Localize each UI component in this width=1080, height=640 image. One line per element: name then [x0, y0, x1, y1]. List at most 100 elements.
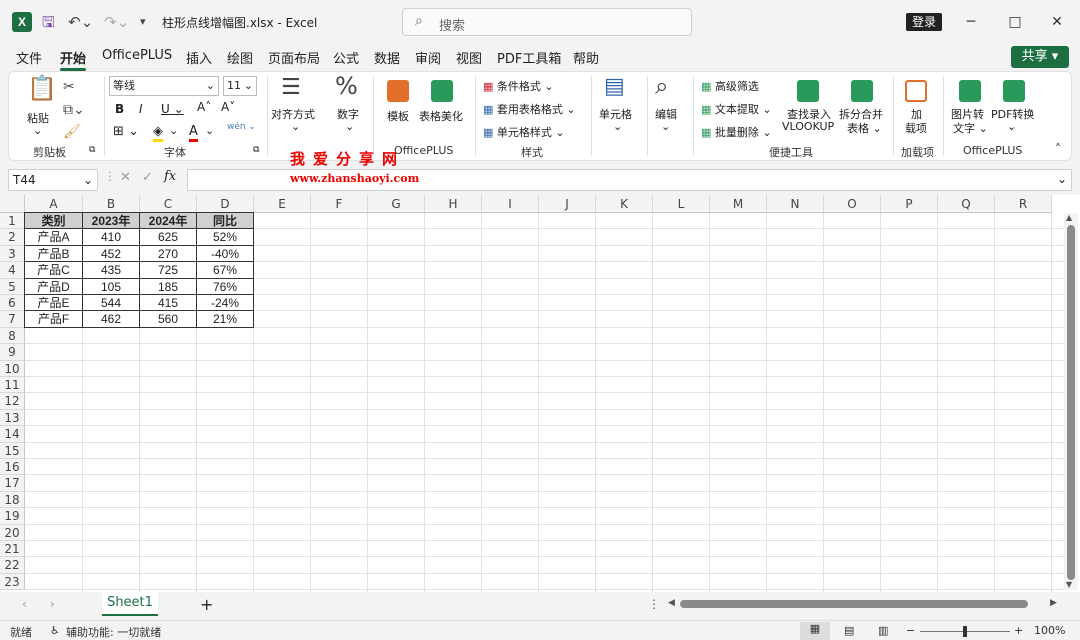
font-color-icon[interactable]: A: [189, 124, 198, 142]
column-header[interactable]: G: [368, 195, 425, 213]
worksheet-grid[interactable]: A B C D E F G H I J K L M N O P Q R 1 2 3 4 5 6 7 8 9 10 11 12 13 14 15 1…: [0, 195, 1080, 592]
table-cell[interactable]: 415: [139, 294, 197, 312]
column-header[interactable]: R: [995, 195, 1052, 213]
row-header[interactable]: 1: [0, 213, 25, 230]
template-label[interactable]: 模板: [387, 108, 409, 124]
minimize-button[interactable]: ─: [956, 10, 986, 34]
table-beautify-icon[interactable]: [431, 80, 453, 102]
image-to-text-icon[interactable]: [959, 80, 981, 102]
sheet-tab-sheet1[interactable]: Sheet1: [102, 592, 158, 616]
row-header[interactable]: 8: [0, 327, 25, 345]
row-header[interactable]: 13: [0, 409, 25, 427]
table-cell[interactable]: 产品A: [24, 228, 83, 246]
row-header[interactable]: 3: [0, 245, 25, 263]
row-header[interactable]: 23: [0, 573, 25, 591]
tab-help[interactable]: 帮助: [573, 48, 599, 67]
row-header[interactable]: 9: [0, 344, 25, 361]
table-cell[interactable]: 452: [82, 244, 140, 263]
tab-page-layout[interactable]: 页面布局: [268, 48, 320, 67]
font-name-select[interactable]: 等线 ⌄: [109, 76, 219, 96]
split-merge-label-2[interactable]: 表格 ⌄: [847, 120, 882, 136]
row-header[interactable]: 15: [0, 442, 25, 459]
row-header[interactable]: 2: [0, 229, 25, 246]
tab-pdf-tools[interactable]: PDF工具箱: [497, 48, 561, 67]
table-cell[interactable]: 105: [82, 277, 140, 295]
table-header-cell[interactable]: 2023年: [82, 212, 140, 230]
table-cell[interactable]: 产品F: [24, 310, 83, 328]
undo-icon[interactable]: ↶⌄: [68, 12, 93, 32]
table-cell[interactable]: 435: [82, 261, 140, 279]
edit-dropdown-icon[interactable]: ⌄: [661, 120, 670, 133]
enter-icon[interactable]: ✓: [142, 170, 153, 185]
redo-icon[interactable]: ↷⌄: [104, 12, 129, 32]
vertical-scroll-thumb[interactable]: [1067, 225, 1075, 580]
row-header[interactable]: 11: [0, 377, 25, 394]
row-header[interactable]: 16: [0, 459, 25, 476]
column-header[interactable]: L: [653, 195, 710, 213]
underline-icon[interactable]: U ⌄: [161, 102, 184, 116]
column-header[interactable]: Q: [938, 195, 995, 213]
table-cell[interactable]: 185: [139, 277, 197, 295]
advanced-filter-button[interactable]: ▦ 高级筛选: [701, 78, 759, 94]
table-cell[interactable]: 462: [82, 310, 140, 328]
tab-draw[interactable]: 绘图: [227, 48, 253, 67]
table-cell[interactable]: 产品C: [24, 261, 83, 279]
row-header[interactable]: 21: [0, 541, 25, 558]
row-header[interactable]: 4: [0, 262, 25, 279]
increase-font-icon[interactable]: A˄: [197, 100, 211, 114]
table-cell[interactable]: 21%: [196, 310, 254, 328]
bold-icon[interactable]: B: [115, 102, 124, 116]
tab-review[interactable]: 审阅: [415, 48, 441, 67]
column-header[interactable]: N: [767, 195, 824, 213]
row-header[interactable]: 18: [0, 491, 25, 509]
row-header[interactable]: 19: [0, 508, 25, 525]
column-header[interactable]: O: [824, 195, 881, 213]
conditional-format-button[interactable]: ▦ 条件格式 ⌄: [483, 78, 554, 94]
text-extract-button[interactable]: ▦ 文本提取 ⌄: [701, 101, 772, 117]
fill-color-icon[interactable]: ◈: [153, 124, 163, 142]
tab-home[interactable]: 开始: [60, 48, 87, 71]
align-icon[interactable]: ☰: [281, 77, 301, 99]
accessibility-icon[interactable]: ♿: [50, 624, 60, 637]
tab-data[interactable]: 数据: [374, 48, 400, 67]
paste-dropdown-icon[interactable]: ⌄: [33, 124, 42, 137]
pdf-convert-dropdown-icon[interactable]: ⌄: [1007, 120, 1016, 133]
next-sheet-icon[interactable]: ›: [50, 597, 55, 611]
login-button[interactable]: 登录: [906, 13, 942, 31]
row-header[interactable]: 22: [0, 557, 25, 574]
pdf-convert-icon[interactable]: [1003, 80, 1025, 102]
column-header[interactable]: M: [710, 195, 767, 213]
font-color-dropdown-icon[interactable]: ⌄: [205, 124, 214, 137]
template-icon[interactable]: [387, 80, 409, 102]
table-cell[interactable]: 725: [139, 261, 197, 279]
batch-delete-button[interactable]: ▦ 批量删除 ⌄: [701, 124, 772, 140]
lookup-icon[interactable]: [797, 80, 819, 102]
close-button[interactable]: ✕: [1042, 10, 1072, 34]
table-cell[interactable]: -24%: [196, 294, 254, 312]
customize-qat-icon[interactable]: ▾: [140, 12, 146, 32]
column-header[interactable]: I: [482, 195, 539, 213]
dialog-launcher-icon[interactable]: ⧉: [89, 145, 95, 155]
zoom-slider-thumb[interactable]: [963, 626, 967, 637]
table-cell[interactable]: 625: [139, 228, 197, 246]
cell-icon[interactable]: ▤: [604, 76, 625, 98]
addin-label-2[interactable]: 载项: [905, 120, 927, 136]
normal-view-icon[interactable]: ▦: [800, 622, 830, 640]
insert-function-icon[interactable]: fx: [164, 169, 176, 184]
table-cell[interactable]: 544: [82, 294, 140, 312]
column-header[interactable]: D: [197, 195, 254, 213]
collapse-ribbon-icon[interactable]: ˄: [1055, 142, 1061, 156]
table-cell[interactable]: 560: [139, 310, 197, 328]
scroll-left-icon[interactable]: ◀: [668, 598, 675, 608]
font-size-select[interactable]: 11 ⌄: [223, 76, 257, 96]
scroll-down-icon[interactable]: ▼: [1066, 580, 1072, 589]
save-icon[interactable]: 🖫: [42, 12, 55, 32]
paste-icon[interactable]: 📋: [27, 76, 57, 100]
table-beautify-label[interactable]: 表格美化: [419, 108, 463, 124]
row-header[interactable]: 7: [0, 311, 25, 328]
zoom-out-icon[interactable]: −: [906, 624, 915, 637]
find-icon[interactable]: ⌕: [655, 74, 668, 98]
table-cell[interactable]: 76%: [196, 277, 254, 295]
select-all-corner[interactable]: [0, 195, 25, 213]
table-header-cell[interactable]: 同比: [196, 212, 254, 230]
